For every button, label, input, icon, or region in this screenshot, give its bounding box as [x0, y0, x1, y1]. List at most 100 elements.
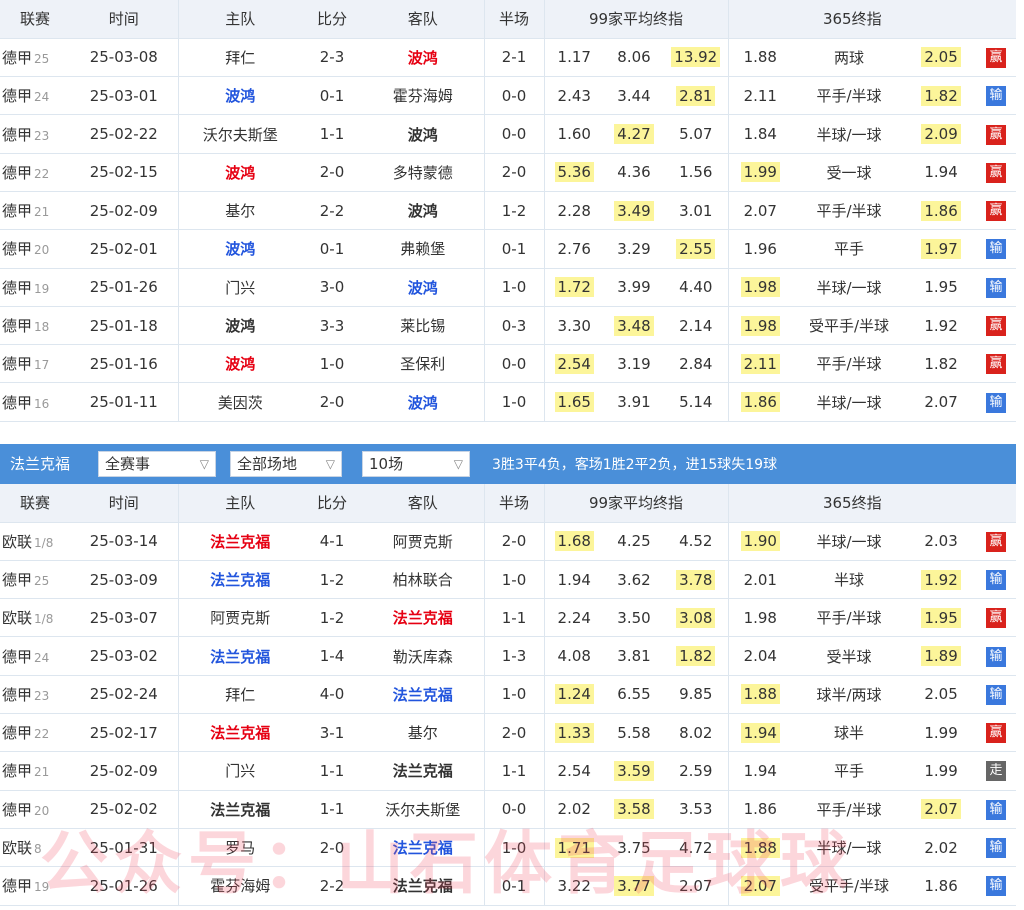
league-name[interactable]: 德甲: [2, 87, 32, 105]
away-team[interactable]: 多特蒙德: [393, 164, 453, 182]
league-name[interactable]: 德甲: [2, 394, 32, 412]
league-name[interactable]: 德甲: [2, 49, 32, 67]
avg-odds-value: 2.28: [557, 201, 591, 220]
home-team[interactable]: 基尔: [225, 202, 255, 220]
away-team[interactable]: 波鸿: [408, 49, 438, 67]
league-name[interactable]: 德甲: [2, 355, 32, 373]
result-cell: 输: [976, 866, 1017, 906]
away-team[interactable]: 法兰克福: [393, 762, 453, 780]
away-team[interactable]: 波鸿: [408, 202, 438, 220]
away-team[interactable]: 沃尔夫斯堡: [385, 801, 460, 819]
score[interactable]: 1-0: [320, 355, 345, 373]
score[interactable]: 2-3: [320, 48, 345, 66]
home-team[interactable]: 阿贾克斯: [210, 609, 270, 627]
avg-odds-value: 3.53: [679, 800, 713, 819]
home-team[interactable]: 拜仁: [225, 49, 255, 67]
home-team[interactable]: 罗马: [225, 839, 255, 857]
score-cell: 2-3: [302, 38, 362, 78]
league-name[interactable]: 德甲: [2, 279, 32, 297]
league-name[interactable]: 德甲: [2, 571, 32, 589]
competition-select[interactable]: 全赛事 ▽: [98, 450, 217, 477]
league-round: 25: [34, 574, 50, 588]
home-team-cell: 法兰克福: [177, 560, 302, 600]
league-name[interactable]: 欧联: [2, 609, 32, 627]
score[interactable]: 1-1: [320, 125, 345, 143]
home-team[interactable]: 拜仁: [225, 686, 255, 704]
away-team[interactable]: 圣保利: [400, 355, 445, 373]
home-team[interactable]: 法兰克福: [210, 571, 270, 589]
score[interactable]: 3-0: [320, 278, 345, 296]
score[interactable]: 4-1: [320, 532, 345, 550]
away-team[interactable]: 柏林联合: [393, 571, 453, 589]
away-team-cell: 霍芬海姆: [362, 76, 484, 116]
league-name[interactable]: 德甲: [2, 164, 32, 182]
away-team[interactable]: 法兰克福: [393, 609, 453, 627]
home-team[interactable]: 波鸿: [225, 87, 255, 105]
odds365-away: 1.99: [924, 723, 958, 742]
home-team[interactable]: 门兴: [225, 762, 255, 780]
avg-odds-value: 3.59: [614, 760, 654, 781]
home-team[interactable]: 美因茨: [218, 394, 263, 412]
score[interactable]: 0-1: [320, 240, 345, 258]
home-team[interactable]: 波鸿: [225, 164, 255, 182]
score[interactable]: 2-0: [320, 839, 345, 857]
away-team[interactable]: 波鸿: [408, 279, 438, 297]
league-name[interactable]: 德甲: [2, 801, 32, 819]
home-team[interactable]: 霍芬海姆: [210, 877, 270, 895]
chevron-down-icon: ▽: [453, 456, 464, 471]
away-team[interactable]: 波鸿: [408, 126, 438, 144]
league-name[interactable]: 德甲: [2, 202, 32, 220]
score[interactable]: 1-1: [320, 800, 345, 818]
away-team[interactable]: 基尔: [408, 724, 438, 742]
league-name[interactable]: 德甲: [2, 724, 32, 742]
home-team[interactable]: 法兰克福: [210, 533, 270, 551]
away-team[interactable]: 法兰克福: [393, 877, 453, 895]
away-team[interactable]: 波鸿: [408, 394, 438, 412]
league-name[interactable]: 欧联: [2, 533, 32, 551]
score[interactable]: 1-4: [320, 647, 345, 665]
away-team[interactable]: 莱比锡: [400, 317, 445, 335]
away-team[interactable]: 霍芬海姆: [393, 87, 453, 105]
home-team[interactable]: 法兰克福: [210, 724, 270, 742]
score[interactable]: 4-0: [320, 685, 345, 703]
league-name[interactable]: 德甲: [2, 686, 32, 704]
venue-select[interactable]: 全部场地 ▽: [230, 450, 343, 477]
odds365-home: 1.98: [743, 608, 777, 627]
away-team[interactable]: 弗赖堡: [400, 240, 445, 258]
home-team[interactable]: 法兰克福: [210, 801, 270, 819]
league-name[interactable]: 德甲: [2, 240, 32, 258]
score[interactable]: 1-2: [320, 571, 345, 589]
home-team[interactable]: 波鸿: [225, 355, 255, 373]
away-team[interactable]: 法兰克福: [393, 839, 453, 857]
home-team[interactable]: 沃尔夫斯堡: [203, 126, 278, 144]
score-cell: 2-0: [302, 153, 362, 192]
score[interactable]: 2-2: [320, 202, 345, 220]
home-team[interactable]: 门兴: [225, 279, 255, 297]
score[interactable]: 2-2: [320, 877, 345, 895]
away-team[interactable]: 阿贾克斯: [393, 533, 453, 551]
home-team[interactable]: 波鸿: [225, 317, 255, 335]
away-team[interactable]: 法兰克福: [393, 686, 453, 704]
half-score: 1-3: [501, 647, 527, 666]
score[interactable]: 2-0: [320, 163, 345, 181]
home-team[interactable]: 波鸿: [225, 240, 255, 258]
league-name[interactable]: 德甲: [2, 126, 32, 144]
odds365-away-cell: 1.89: [906, 636, 977, 676]
table-row: 德甲 24 25-03-01 波鸿 0-1 霍芬海姆 0-0 2.43 3.44 2.81 2.11…: [0, 76, 1017, 116]
league-name[interactable]: 德甲: [2, 317, 32, 335]
league-name[interactable]: 德甲: [2, 877, 32, 895]
league-name[interactable]: 德甲: [2, 648, 32, 666]
score[interactable]: 1-1: [320, 762, 345, 780]
league-name[interactable]: 欧联: [2, 839, 32, 857]
score[interactable]: 3-1: [320, 724, 345, 742]
score[interactable]: 1-2: [320, 609, 345, 627]
odds365-home-cell: 1.88: [727, 828, 793, 868]
avg-odds-value: 4.72: [679, 838, 713, 857]
league-name[interactable]: 德甲: [2, 762, 32, 780]
score[interactable]: 3-3: [320, 317, 345, 335]
count-select[interactable]: 10场 ▽: [362, 450, 471, 477]
home-team[interactable]: 法兰克福: [210, 648, 270, 666]
away-team[interactable]: 勒沃库森: [393, 648, 453, 666]
score[interactable]: 2-0: [320, 393, 345, 411]
score[interactable]: 0-1: [320, 87, 345, 105]
